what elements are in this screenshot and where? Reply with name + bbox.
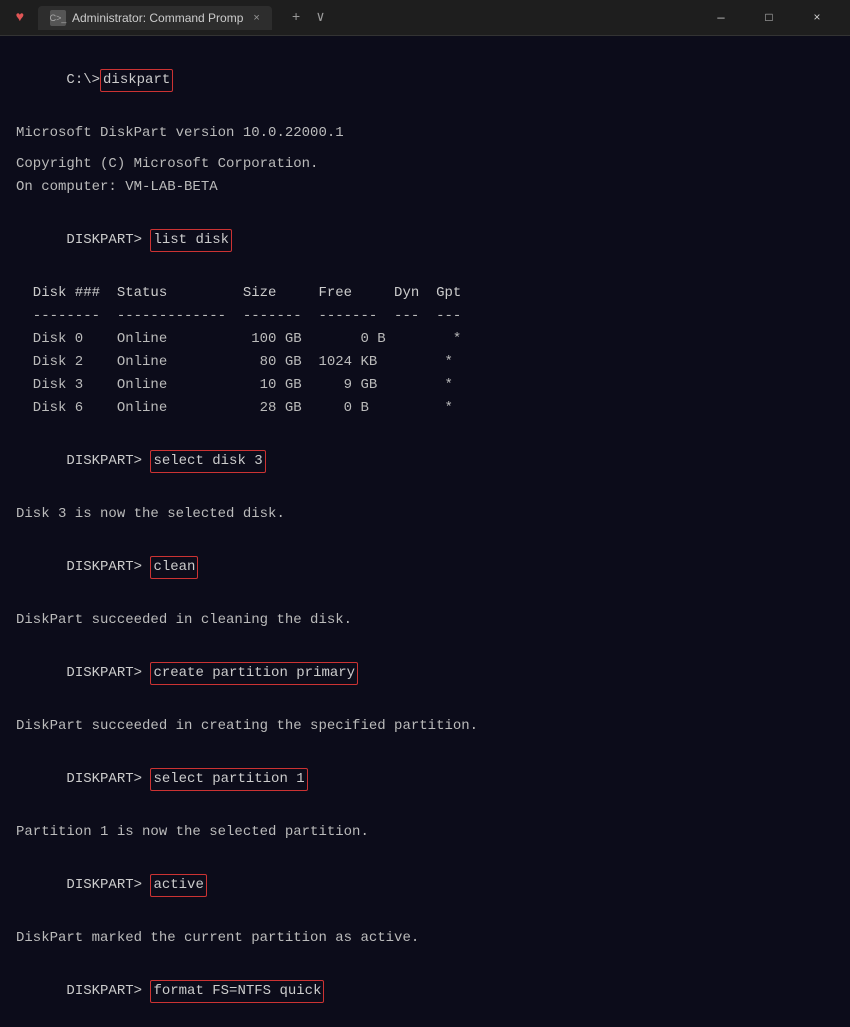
line-disk-selected: Disk 3 is now the selected disk. xyxy=(16,504,834,525)
active-tab[interactable]: C>_ Administrator: Command Promp × xyxy=(38,6,272,30)
line-active-success: DiskPart marked the current partition as… xyxy=(16,928,834,949)
terminal-tab-icon: C>_ xyxy=(50,10,66,26)
line-select-partition: DISKPART> select partition 1 xyxy=(16,747,834,812)
cmd-active: active xyxy=(150,874,206,897)
table-row-disk3: Disk 3 Online 10 GB 9 GB * xyxy=(16,375,834,396)
table-header: Disk ### Status Size Free Dyn Gpt xyxy=(16,283,834,304)
cmd-clean: clean xyxy=(150,556,198,579)
cmd-format: format FS=NTFS quick xyxy=(150,980,324,1003)
line-select-disk: DISKPART> select disk 3 xyxy=(16,429,834,494)
maximize-button[interactable]: □ xyxy=(746,2,792,34)
cmd-select-partition: select partition 1 xyxy=(150,768,307,791)
minimize-button[interactable]: — xyxy=(698,2,744,34)
line-diskpart-prompt: C:\>diskpart xyxy=(16,48,834,113)
line-copyright: Copyright (C) Microsoft Corporation. xyxy=(16,154,834,175)
cmd-select-disk: select disk 3 xyxy=(150,450,265,473)
line-version: Microsoft DiskPart version 10.0.22000.1 xyxy=(16,123,834,144)
titlebar-left: ♥ C>_ Administrator: Command Promp × + ∨ xyxy=(10,6,329,30)
line-clean-success: DiskPart succeeded in cleaning the disk. xyxy=(16,610,834,631)
tab-close-button[interactable]: × xyxy=(253,12,259,24)
line-partition-success: DiskPart succeeded in creating the speci… xyxy=(16,716,834,737)
tab-dropdown-button[interactable]: ∨ xyxy=(312,7,328,28)
new-tab-button[interactable]: + xyxy=(288,8,304,28)
line-clean: DISKPART> clean xyxy=(16,535,834,600)
line-partition-selected: Partition 1 is now the selected partitio… xyxy=(16,822,834,843)
cmd-diskpart: diskpart xyxy=(100,69,173,92)
app-icon: ♥ xyxy=(10,8,30,28)
titlebar: ♥ C>_ Administrator: Command Promp × + ∨… xyxy=(0,0,850,36)
table-row-disk6: Disk 6 Online 28 GB 0 B * xyxy=(16,398,834,419)
table-row-disk2: Disk 2 Online 80 GB 1024 KB * xyxy=(16,352,834,373)
line-computer: On computer: VM-LAB-BETA xyxy=(16,177,834,198)
titlebar-controls: — □ × xyxy=(698,2,840,34)
window: ♥ C>_ Administrator: Command Promp × + ∨… xyxy=(0,0,850,1027)
heart-icon: ♥ xyxy=(16,10,24,26)
cmd-list-disk: list disk xyxy=(150,229,232,252)
terminal-content[interactable]: C:\>diskpart Microsoft DiskPart version … xyxy=(0,36,850,1027)
line-active: DISKPART> active xyxy=(16,853,834,918)
close-button[interactable]: × xyxy=(794,2,840,34)
cmd-create-partition: create partition primary xyxy=(150,662,358,685)
tab-actions: + ∨ xyxy=(288,7,329,28)
line-list-disk: DISKPART> list disk xyxy=(16,208,834,273)
line-create-partition: DISKPART> create partition primary xyxy=(16,641,834,706)
table-sep: -------- ------------- ------- ------- -… xyxy=(16,306,834,327)
line-format: DISKPART> format FS=NTFS quick xyxy=(16,959,834,1024)
tab-title: Administrator: Command Promp xyxy=(72,11,243,25)
table-row-disk0: Disk 0 Online 100 GB 0 B * xyxy=(16,329,834,350)
